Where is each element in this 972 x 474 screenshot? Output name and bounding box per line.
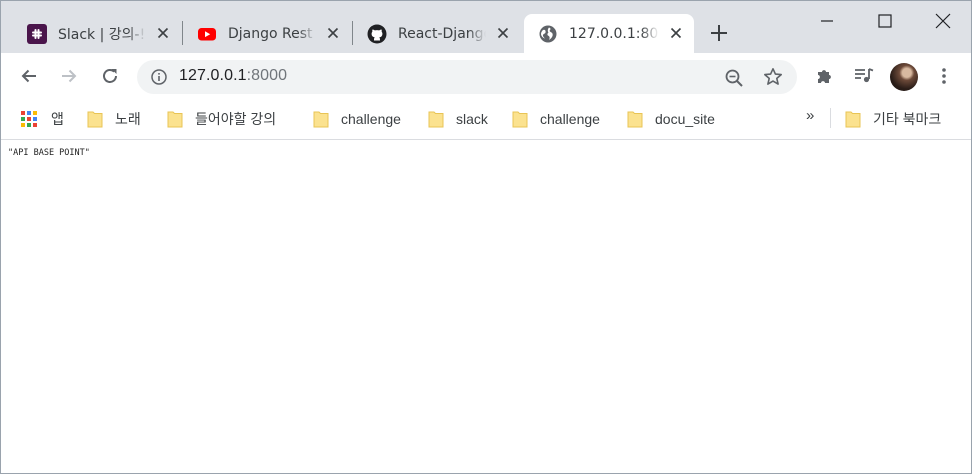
- reload-button[interactable]: [98, 64, 122, 88]
- bookmark-apps[interactable]: 앱: [21, 109, 64, 129]
- bookmark-folder[interactable]: docu_site: [627, 109, 715, 129]
- tab-title: Django Rest: [228, 25, 313, 42]
- response-body-text: "API BASE POINT": [8, 148, 90, 158]
- close-tab-icon[interactable]: [668, 25, 684, 41]
- bookmark-folder[interactable]: 노래: [87, 109, 141, 129]
- url-host: 127.0.0.1: [179, 67, 247, 84]
- bookmarks-bar: 앱 노래 들어야할 강의 challenge slack challenge d…: [1, 99, 971, 140]
- url-text: 127.0.0.1:8000: [179, 67, 287, 85]
- media-control-button[interactable]: [852, 64, 876, 88]
- tab-title: React-Django: [398, 25, 486, 42]
- bookmark-label: 앱: [51, 111, 64, 127]
- zoom-icon[interactable]: [724, 68, 744, 88]
- apps-grid-icon: [21, 111, 37, 127]
- tab-title: Slack | 강의-!: [58, 26, 146, 43]
- back-arrow-icon: [21, 69, 36, 83]
- extensions-button[interactable]: [813, 64, 837, 88]
- slack-icon: [27, 23, 47, 44]
- folder-icon: [512, 111, 528, 128]
- bookmark-folder[interactable]: slack: [428, 109, 488, 129]
- page-content: "API BASE POINT": [1, 140, 971, 473]
- close-tab-icon[interactable]: [155, 25, 171, 41]
- tab-separator: [182, 21, 183, 45]
- new-tab-icon[interactable]: [708, 22, 730, 44]
- bookmark-other-folder[interactable]: 기타 북마크: [845, 109, 941, 129]
- bookmark-label: 노래: [115, 111, 141, 127]
- folder-icon: [428, 111, 444, 128]
- reload-icon: [103, 69, 117, 83]
- folder-icon: [627, 111, 643, 128]
- bookmark-label: docu_site: [655, 111, 715, 127]
- folder-icon: [167, 111, 183, 128]
- bookmark-folder[interactable]: challenge: [313, 109, 401, 129]
- maximize-button[interactable]: [856, 1, 914, 41]
- address-bar[interactable]: 127.0.0.1:8000: [137, 60, 797, 94]
- back-button[interactable]: [17, 64, 41, 88]
- bookmarks-overflow-button[interactable]: »: [806, 107, 814, 124]
- tab-github[interactable]: React-Django: [357, 14, 521, 53]
- puzzle-icon: [818, 70, 831, 83]
- bookmark-label: challenge: [341, 111, 401, 127]
- bookmark-label: 기타 북마크: [873, 111, 942, 127]
- menu-button[interactable]: [932, 64, 956, 88]
- tab-strip: Slack | 강의-! Django Rest React-Django 12…: [1, 1, 971, 53]
- bookmark-star-icon[interactable]: [763, 67, 783, 87]
- minimize-icon: [821, 20, 833, 22]
- tab-separator: [352, 21, 353, 45]
- playlist-music-icon: [855, 68, 874, 83]
- url-port: :8000: [246, 67, 288, 84]
- browser-toolbar: 127.0.0.1:8000: [1, 53, 971, 99]
- github-icon: [367, 24, 387, 44]
- maximize-icon: [878, 14, 892, 28]
- close-window-button[interactable]: [914, 1, 972, 41]
- bookmark-label: challenge: [540, 111, 600, 127]
- close-tab-icon[interactable]: [325, 25, 341, 41]
- bookmark-folder[interactable]: 들어야할 강의: [167, 109, 276, 129]
- minimize-button[interactable]: [798, 1, 856, 41]
- bookmark-label: 들어야할 강의: [195, 111, 277, 127]
- forward-arrow-icon: [62, 69, 77, 83]
- tab-title: 127.0.0.1:8000: [569, 25, 659, 42]
- folder-icon: [313, 111, 329, 128]
- close-icon: [935, 13, 951, 29]
- bookmarks-divider: [830, 108, 831, 128]
- profile-avatar[interactable]: [890, 63, 918, 91]
- info-icon[interactable]: [151, 69, 167, 85]
- globe-icon: [538, 24, 558, 44]
- folder-icon: [87, 111, 103, 128]
- close-tab-icon[interactable]: [495, 25, 511, 41]
- bookmark-label: slack: [456, 111, 488, 127]
- more-vert-icon: [942, 68, 946, 84]
- tab-slack[interactable]: Slack | 강의-!: [17, 14, 181, 53]
- forward-button[interactable]: [57, 64, 81, 88]
- folder-icon: [845, 111, 861, 128]
- bookmark-folder[interactable]: challenge: [512, 109, 600, 129]
- tab-localhost[interactable]: 127.0.0.1:8000: [524, 14, 694, 53]
- youtube-icon: [197, 24, 217, 44]
- tab-youtube[interactable]: Django Rest: [187, 14, 351, 53]
